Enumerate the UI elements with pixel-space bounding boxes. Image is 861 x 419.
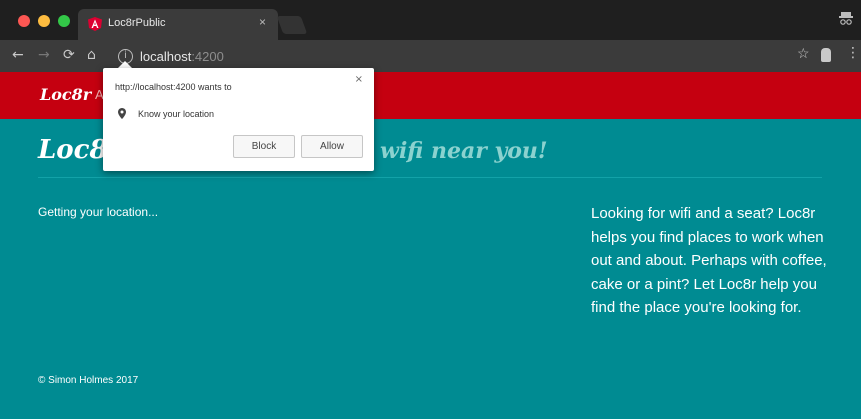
home-icon[interactable]: ⌂ (87, 47, 96, 63)
close-icon[interactable]: × (355, 74, 363, 85)
forward-icon[interactable]: → (38, 47, 50, 63)
star-icon[interactable]: ☆ (797, 45, 810, 62)
location-pin-icon (118, 108, 126, 119)
url-port: :4200 (191, 49, 224, 64)
brand-logo[interactable]: Loc8r (40, 85, 91, 104)
browser-tab-bar: Loc8rPublic × (0, 0, 861, 40)
permission-text: Know your location (138, 109, 215, 119)
new-tab-button[interactable] (276, 16, 308, 34)
close-window-button[interactable] (18, 15, 30, 27)
footer-copyright: © Simon Holmes 2017 (38, 375, 139, 386)
browser-tab[interactable]: Loc8rPublic × (78, 9, 278, 40)
title-divider (38, 177, 822, 178)
permission-origin: http://localhost:4200 wants to (115, 82, 232, 92)
tab-title: Loc8rPublic (108, 17, 166, 29)
reload-icon[interactable]: ⟳ (63, 47, 75, 63)
block-button[interactable]: Block (233, 135, 295, 158)
location-status: Getting your location... (38, 205, 159, 219)
extension-icon[interactable] (821, 48, 831, 62)
allow-button[interactable]: Allow (301, 135, 363, 158)
address-bar[interactable]: i localhost:4200 (110, 46, 770, 68)
back-icon[interactable]: ← (12, 47, 24, 63)
page-tagline: wifi near you! (380, 138, 548, 164)
minimize-window-button[interactable] (38, 15, 50, 27)
sidebar-description: Looking for wifi and a seat? Loc8r helps… (591, 205, 827, 316)
maximize-window-button[interactable] (58, 15, 70, 27)
profile-icon (839, 12, 853, 25)
tab-close-icon[interactable]: × (259, 15, 266, 29)
menu-icon[interactable]: ⋮ (846, 45, 860, 61)
url-host: localhost (140, 49, 192, 64)
location-permission-dialog: http://localhost:4200 wants to × Know yo… (103, 68, 374, 171)
url-text[interactable]: localhost:4200 (140, 49, 224, 64)
angular-favicon-icon (88, 17, 102, 31)
